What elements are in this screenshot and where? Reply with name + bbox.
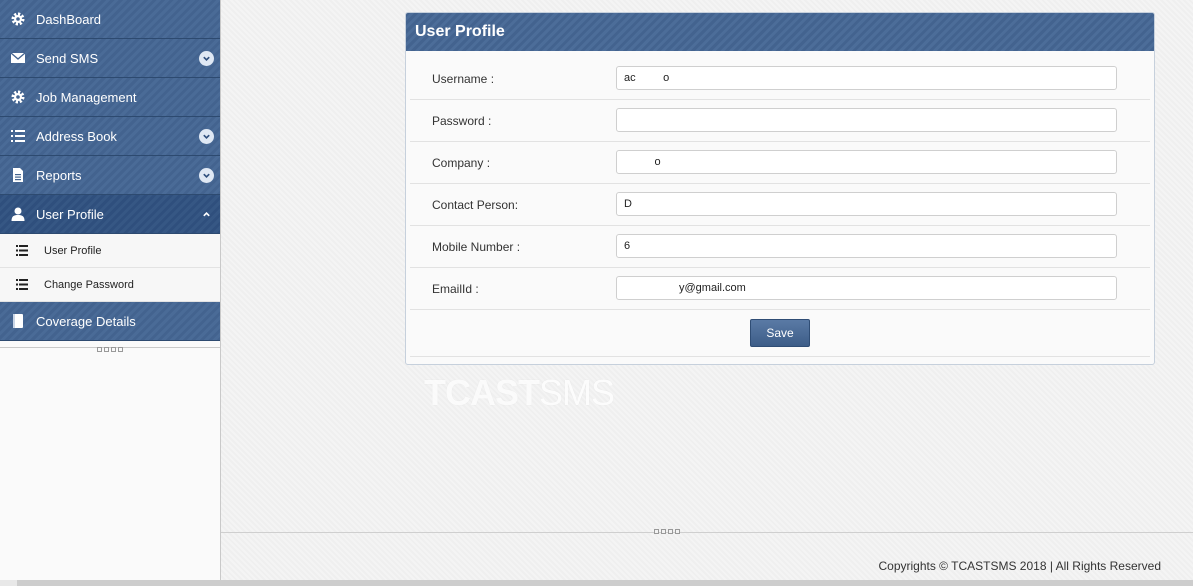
password-input[interactable] [616, 108, 1117, 132]
chevron-up-icon[interactable] [199, 207, 214, 222]
form-row-contact-person: Contact Person: [410, 184, 1150, 226]
form-row-email: EmailId : [410, 268, 1150, 310]
sidebar-item-job-management[interactable]: Job Management [0, 78, 220, 117]
sidebar-item-reports[interactable]: Reports [0, 156, 220, 195]
company-input[interactable] [616, 150, 1117, 174]
email-label: EmailId : [432, 282, 479, 296]
username-input[interactable] [616, 66, 1117, 90]
sidebar-item-label: User Profile [36, 206, 104, 222]
sidebar: DashBoard Send SMS Job Management Addres… [0, 0, 221, 580]
gear-icon [0, 89, 36, 105]
list-icon [0, 128, 36, 144]
contact-person-label: Contact Person: [432, 198, 519, 212]
chevron-down-icon[interactable] [199, 168, 214, 183]
sidebar-item-label: Address Book [36, 128, 117, 144]
sidebar-item-address-book[interactable]: Address Book [0, 117, 220, 156]
save-button[interactable]: Save [750, 319, 810, 347]
company-label: Company : [432, 156, 491, 170]
document-icon [0, 167, 36, 183]
panel-title: User Profile [406, 13, 1154, 51]
mobile-number-label: Mobile Number : [432, 240, 521, 254]
contact-person-input[interactable] [616, 192, 1117, 216]
mobile-number-input[interactable] [616, 234, 1117, 258]
sidebar-item-send-sms[interactable]: Send SMS [0, 39, 220, 78]
user-icon [0, 206, 36, 222]
submenu-item-label: Change Password [44, 278, 134, 291]
sidebar-item-label: Job Management [36, 89, 137, 105]
sidebar-item-user-profile[interactable]: User Profile [0, 195, 220, 234]
horizontal-scrollbar[interactable] [0, 580, 1193, 586]
footer-divider [221, 532, 1193, 533]
email-input[interactable] [616, 276, 1117, 300]
scrollbar-thumb[interactable] [17, 580, 1193, 586]
chevron-down-icon[interactable] [199, 129, 214, 144]
form-row-password: Password : [410, 100, 1150, 142]
sidebar-item-label: Reports [36, 167, 82, 183]
sidebar-item-label: Coverage Details [36, 313, 136, 329]
book-icon [0, 313, 36, 329]
list-icon [0, 245, 44, 256]
chevron-down-icon[interactable] [199, 51, 214, 66]
submenu-item-label: User Profile [44, 244, 102, 257]
submenu-item-user-profile[interactable]: User Profile [0, 234, 220, 268]
sidebar-item-coverage-details[interactable]: Coverage Details [0, 302, 220, 341]
form-actions: Save [410, 310, 1150, 357]
submenu-item-change-password[interactable]: Change Password [0, 268, 220, 302]
password-label: Password : [432, 114, 492, 128]
sidebar-item-dashboard[interactable]: DashBoard [0, 0, 220, 39]
form-row-company: Company : [410, 142, 1150, 184]
gear-icon [0, 11, 36, 27]
brand-watermark-logo: TCASTSMS [424, 372, 615, 413]
footer-resize-handle[interactable] [654, 529, 680, 534]
form-row-mobile-number: Mobile Number : [410, 226, 1150, 268]
main-content: User Profile Username : Password : Compa… [221, 0, 1193, 580]
user-profile-panel: User Profile Username : Password : Compa… [405, 12, 1155, 365]
footer-copyright: Copyrights © TCASTSMS 2018 | All Rights … [878, 559, 1161, 573]
username-label: Username : [432, 72, 495, 86]
sidebar-item-label: DashBoard [36, 11, 102, 27]
list-icon [0, 279, 44, 290]
form-row-username: Username : [410, 58, 1150, 100]
sidebar-item-label: Send SMS [36, 50, 99, 66]
envelope-icon [0, 50, 36, 66]
